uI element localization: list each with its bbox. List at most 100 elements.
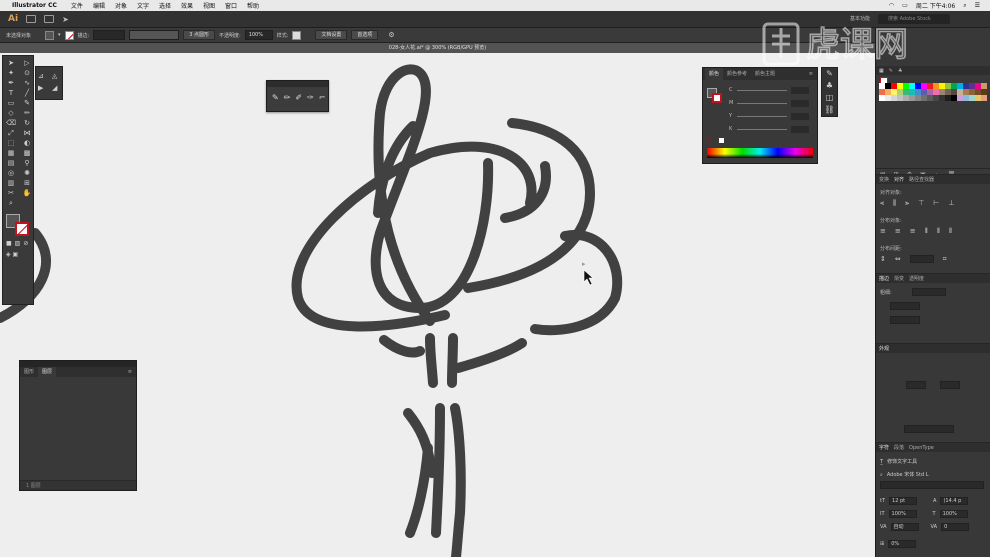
rotate-tool-icon[interactable]: ↻ xyxy=(21,119,33,127)
opacity-field[interactable]: 100% xyxy=(244,30,273,40)
document-setup-button[interactable]: 文档设置 xyxy=(315,30,348,40)
fill-swatch[interactable] xyxy=(45,30,55,40)
dist-left-icon[interactable]: ⦀ xyxy=(925,227,928,236)
menu-window[interactable]: 窗口 xyxy=(225,1,237,10)
shape-builder-tool-icon[interactable]: ◐ xyxy=(21,139,33,147)
pencil-tool-icon[interactable]: ✏ xyxy=(21,109,33,117)
align-right-icon[interactable]: ⫸ xyxy=(905,199,909,208)
hand-tool-icon[interactable]: ✋ xyxy=(21,189,33,197)
font-size-field[interactable]: 12 pt xyxy=(889,497,918,505)
arrange-icon[interactable]: ⚙ xyxy=(388,31,394,39)
tab-transparency[interactable]: 透明度 xyxy=(909,275,924,282)
paintbrush-tool-icon[interactable]: ✎ xyxy=(21,99,33,107)
reshape-tool-icon[interactable]: ⊿ xyxy=(38,72,50,82)
align-left-icon[interactable]: ⫷ xyxy=(880,199,884,208)
battery-icon[interactable]: ▭ xyxy=(902,2,908,9)
smooth-tool-icon[interactable]: ✐ xyxy=(295,93,302,102)
perspective-grid-tool-icon[interactable]: ▦ xyxy=(5,149,17,157)
align-hcenter-icon[interactable]: ⫼ xyxy=(893,199,896,208)
symbols-icon[interactable]: ♣ xyxy=(822,80,837,92)
tab-color[interactable]: 颜色 xyxy=(705,68,724,80)
eyedropper-tool-icon[interactable]: ⚲ xyxy=(21,159,33,167)
symbol-sprayer-tool-icon[interactable]: ✺ xyxy=(21,169,33,177)
font-family-row[interactable]: ⌕ Adobe 宋体 Std L xyxy=(880,471,929,479)
tab-align[interactable]: 对齐 xyxy=(894,176,904,183)
appearance-field-3[interactable] xyxy=(904,425,954,433)
screen-mode-icon[interactable]: ▣ xyxy=(13,251,19,258)
none-swatch-icon[interactable]: ⊘ xyxy=(707,137,712,144)
tsume-field[interactable]: 0% xyxy=(888,540,917,548)
dist-space-v-icon[interactable]: ⇕ xyxy=(880,255,886,264)
width-tool-icon[interactable]: ⋈ xyxy=(21,129,33,137)
color-stroke-box[interactable] xyxy=(712,93,722,103)
menu-object[interactable]: 对象 xyxy=(115,1,127,10)
shaper-tool-icon[interactable]: ✎ xyxy=(272,93,279,102)
graphic-style-swatch[interactable] xyxy=(292,30,302,40)
menubar-clock[interactable]: 周二 下午4:06 xyxy=(916,1,955,10)
column-graph-tool-icon[interactable]: ▥ xyxy=(5,179,17,187)
free-transform-tool-icon[interactable]: ⬚ xyxy=(5,139,17,147)
eraser-tool-icon[interactable]: ⌫ xyxy=(5,119,17,127)
send-icon[interactable]: ➤ xyxy=(62,15,69,24)
tab-gradient[interactable]: 渐变 xyxy=(894,275,904,282)
menu-edit[interactable]: 编辑 xyxy=(93,1,105,10)
direct-selection-tool-icon[interactable]: ▷ xyxy=(21,59,33,67)
menu-effect[interactable]: 效果 xyxy=(181,1,193,10)
dist-right-icon[interactable]: ⦀ xyxy=(949,227,952,236)
tab-pathfinder[interactable]: 路径查找器 xyxy=(909,176,934,183)
graphic-styles-icon[interactable]: ◫ xyxy=(822,92,837,104)
menu-view[interactable]: 视图 xyxy=(203,1,215,10)
touch-type-row[interactable]: T̲ 修饰文字工具 xyxy=(880,458,917,466)
menu-select[interactable]: 选择 xyxy=(159,1,171,10)
stroke-color-box[interactable] xyxy=(15,222,29,236)
app-menu[interactable]: Illustrator CC xyxy=(12,2,57,9)
document-tab[interactable]: 028-女人花.ai* @ 300% (RGB/GPU 预览) xyxy=(0,43,875,53)
path-eraser-tool-icon[interactable]: ✑ xyxy=(307,93,314,102)
cyan-slider[interactable]: C xyxy=(729,86,809,94)
line-tool-icon[interactable]: ╱ xyxy=(21,89,33,97)
font-style-field[interactable] xyxy=(880,481,984,489)
kerning-field[interactable]: 自动 xyxy=(890,523,919,531)
blend-tool-icon[interactable]: ◎ xyxy=(5,169,17,177)
stroke-weight-input[interactable] xyxy=(912,288,946,296)
tab-stroke[interactable]: 描边 xyxy=(879,275,889,282)
tab-layers[interactable]: 图层 xyxy=(38,367,57,377)
menu-list-icon[interactable]: ☰ xyxy=(975,2,980,9)
spotlight-icon[interactable]: ⌕ xyxy=(963,2,966,10)
appearance-field-2[interactable] xyxy=(940,381,960,389)
tracking-field[interactable]: 0 xyxy=(941,523,970,531)
magenta-slider[interactable]: M xyxy=(729,99,809,107)
chevron-down-icon[interactable]: ▾ xyxy=(58,32,61,38)
curvature-tool-icon[interactable]: ∿ xyxy=(21,79,33,87)
twirl-tool-icon[interactable]: ▶ xyxy=(38,84,50,94)
swatch-53[interactable] xyxy=(981,95,987,101)
pen-tool-icon[interactable]: ✒ xyxy=(5,79,17,87)
menu-help[interactable]: 帮助 xyxy=(247,1,259,10)
dist-space-h-icon[interactable]: ⇔ xyxy=(895,255,901,264)
lasso-tool-icon[interactable]: ⊙ xyxy=(21,69,33,77)
shaper-tool-icon[interactable]: ◇ xyxy=(5,109,17,117)
menu-file[interactable]: 文件 xyxy=(71,1,83,10)
draw-mode-icon[interactable]: ◈ xyxy=(6,251,11,258)
artboard-tool-icon[interactable]: ⊞ xyxy=(21,179,33,187)
tab-graphics[interactable]: 图形 xyxy=(20,367,38,377)
white-swatch[interactable] xyxy=(719,138,724,143)
brush-definition[interactable]: 3 点圆形 xyxy=(183,30,215,40)
tab-opentype[interactable]: OpenType xyxy=(909,445,934,451)
leading-field[interactable]: (14.4 p xyxy=(940,497,969,505)
slice-tool-icon[interactable]: ✂ xyxy=(5,189,17,197)
menu-type[interactable]: 文字 xyxy=(137,1,149,10)
black-slider[interactable]: K xyxy=(729,125,809,133)
align-vcenter-icon[interactable]: ⊢ xyxy=(933,199,939,208)
variable-width-field[interactable] xyxy=(129,30,180,40)
dist-vcenter-icon[interactable]: ≡ xyxy=(895,227,901,236)
tab-paragraph[interactable]: 段落 xyxy=(894,444,904,451)
stroke-weight-field[interactable] xyxy=(93,30,126,40)
dist-top-icon[interactable]: ≡ xyxy=(880,227,886,236)
appearance-title[interactable]: 外观 xyxy=(879,345,889,352)
color-mode-icon[interactable]: ■ xyxy=(6,240,12,247)
pucker-tool-icon[interactable]: ◢ xyxy=(52,84,64,94)
gradient-mode-icon[interactable]: ▨ xyxy=(15,240,21,247)
wifi-icon[interactable]: ◠ xyxy=(889,2,894,9)
stroke-swatch[interactable] xyxy=(64,30,74,40)
